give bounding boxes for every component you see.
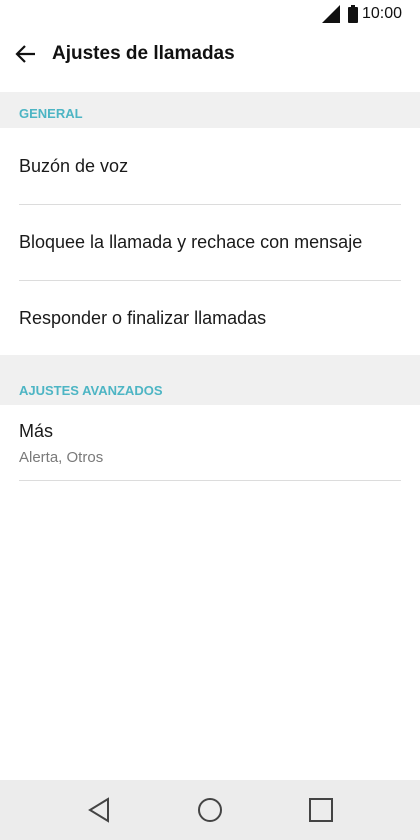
nav-back-button[interactable]	[86, 797, 112, 823]
list-item-label: Responder o finalizar llamadas	[19, 308, 267, 328]
signal-icon	[321, 5, 340, 23]
page-title: Ajustes de llamadas	[52, 43, 235, 64]
nav-home-button[interactable]	[197, 797, 223, 823]
list-item-answer-end-calls[interactable]: Responder o finalizar llamadas	[0, 281, 420, 355]
nav-home-circle-icon	[198, 798, 222, 822]
nav-recents-square-icon	[309, 798, 333, 822]
nav-recents-button[interactable]	[308, 797, 334, 823]
nav-back-triangle-icon	[88, 797, 109, 823]
list-item-label: Más	[19, 421, 54, 441]
list-item-block-call[interactable]: Bloquee la llamada y rechace con mensaje	[0, 205, 420, 280]
section-header-advanced-label: AJUSTES AVANZADOS	[19, 383, 163, 398]
status-bar: 10:00	[0, 0, 420, 28]
navigation-bar	[0, 780, 420, 840]
call-settings-screen: 10:00 Ajustes de llamadas GENERAL Buzón …	[0, 0, 420, 840]
list-item-label: Buzón de voz	[19, 156, 129, 176]
list-item-sublabel: Alerta, Otros	[19, 449, 104, 466]
section-header-general-label: GENERAL	[19, 106, 83, 121]
divider	[19, 480, 401, 481]
back-button[interactable]	[0, 28, 52, 80]
section-header-advanced: AJUSTES AVANZADOS	[0, 355, 420, 405]
status-time: 10:00	[361, 5, 402, 22]
list-item-label: Bloquee la llamada y rechace con mensaje	[19, 232, 363, 252]
list-item-more[interactable]: Más Alerta, Otros	[0, 405, 420, 480]
battery-icon	[347, 5, 358, 23]
arrow-back-icon	[15, 45, 35, 63]
section-header-general: GENERAL	[0, 92, 420, 128]
list-item-voicemail[interactable]: Buzón de voz	[0, 128, 420, 204]
app-bar: Ajustes de llamadas	[0, 28, 420, 80]
